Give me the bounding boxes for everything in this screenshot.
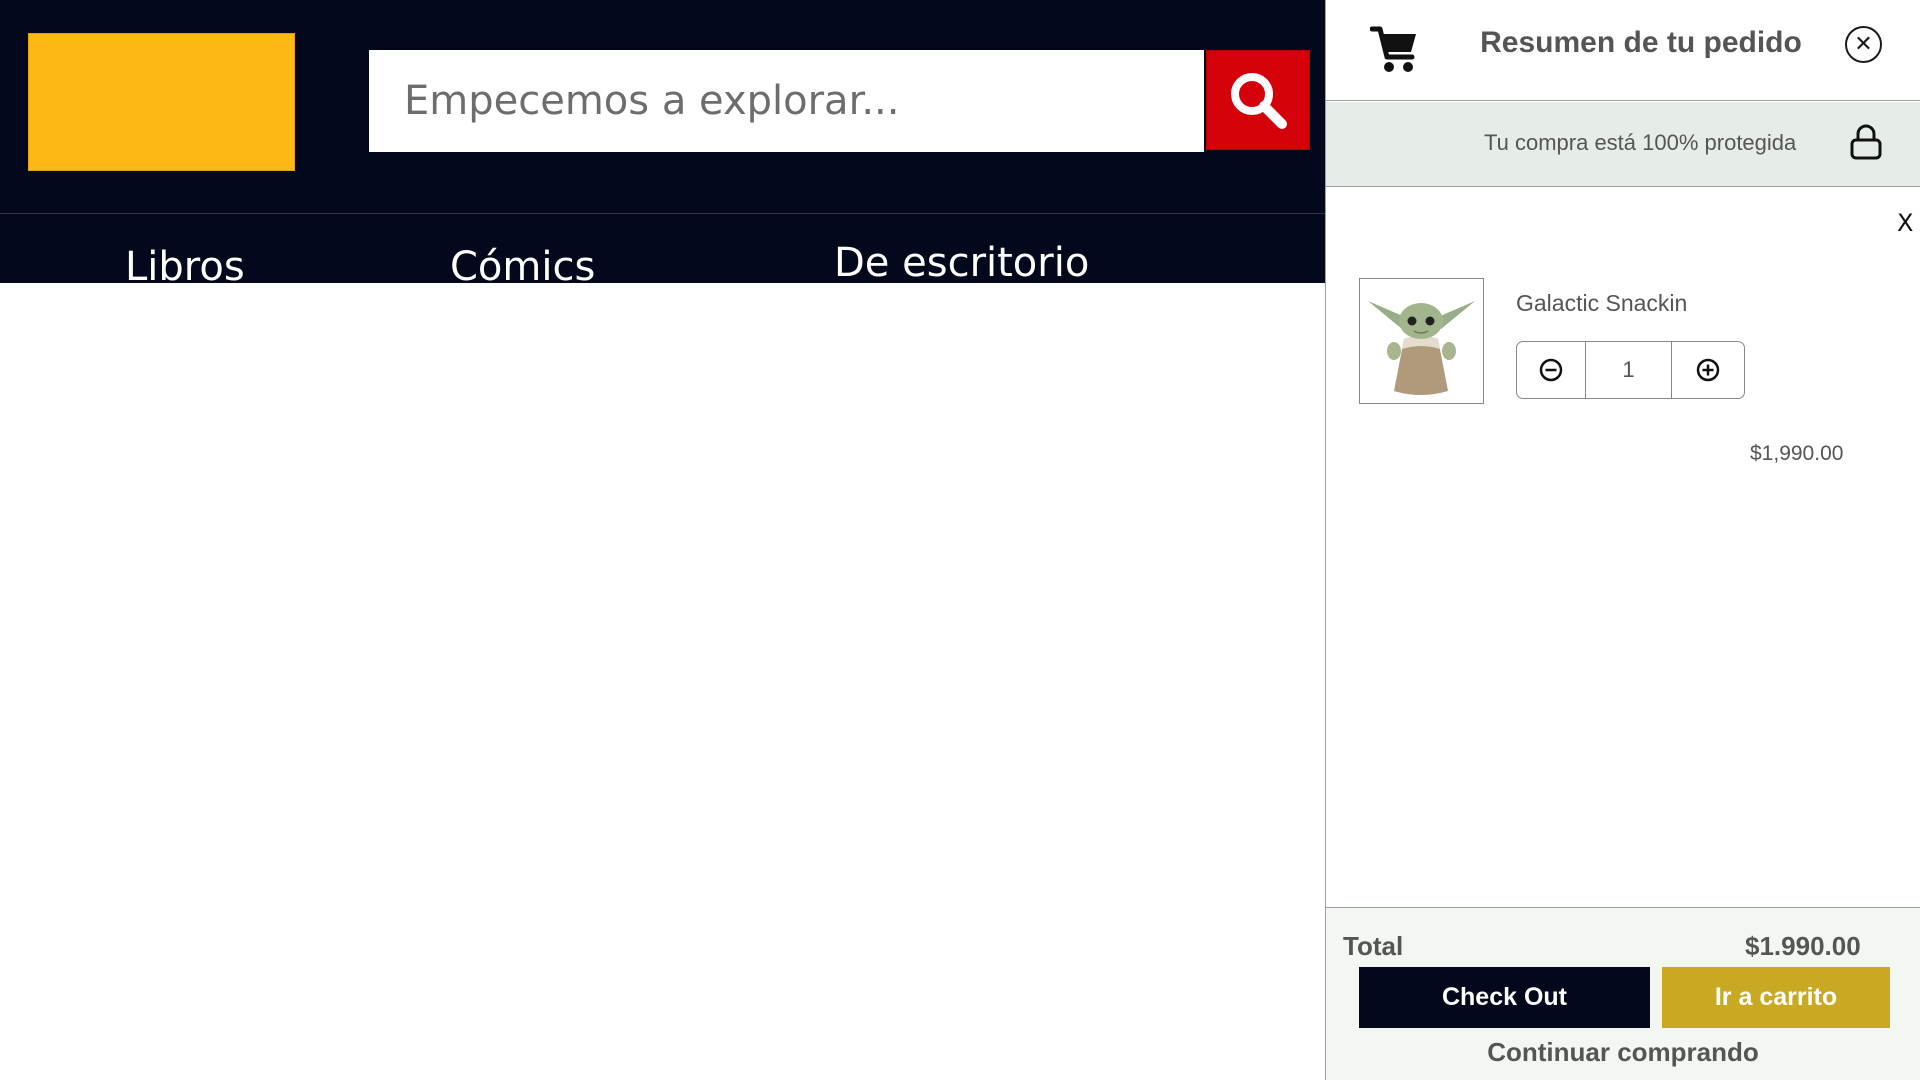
product-name: Galactic Snackin: [1516, 290, 1688, 316]
close-cart-button[interactable]: ✕: [1845, 26, 1882, 63]
cart-footer: Total $1.990.00 Check Out Ir a carrito C…: [1326, 907, 1920, 1080]
minus-circle-icon: [1539, 358, 1563, 382]
plus-circle-icon: [1696, 358, 1720, 382]
protection-text: Tu compra está 100% protegida: [1484, 130, 1797, 155]
item-price: $1,990.00: [1750, 442, 1844, 465]
remove-item-button[interactable]: X: [1897, 211, 1913, 235]
protection-banner: Tu compra está 100% protegida: [1326, 102, 1920, 187]
increase-quantity-button[interactable]: [1671, 342, 1744, 398]
shopping-cart-icon: [1370, 26, 1416, 72]
cart-title: Resumen de tu pedido: [1480, 26, 1802, 59]
nav-item-de-escritorio[interactable]: De escritorio: [834, 240, 1089, 283]
nav-item-libros[interactable]: Libros: [125, 244, 245, 283]
nav-item-comics[interactable]: Cómics: [450, 244, 595, 283]
total-value: $1.990.00: [1745, 931, 1861, 961]
cart-header: Resumen de tu pedido ✕: [1326, 0, 1920, 101]
quantity-input[interactable]: [1586, 342, 1671, 398]
go-to-cart-button[interactable]: Ir a carrito: [1662, 967, 1890, 1028]
product-image: [1359, 278, 1484, 404]
cart-summary-panel: Resumen de tu pedido ✕ Tu compra está 10…: [1325, 0, 1920, 1080]
search-icon: [1231, 73, 1287, 129]
site-logo[interactable]: [28, 33, 295, 171]
lock-icon: [1850, 124, 1882, 160]
quantity-stepper: [1516, 341, 1745, 399]
search-button[interactable]: [1206, 50, 1310, 150]
main-nav: Libros Cómics De escritorio: [0, 214, 1326, 283]
search-input[interactable]: [369, 50, 1204, 152]
close-icon: ✕: [1854, 31, 1873, 57]
checkout-button[interactable]: Check Out: [1359, 967, 1650, 1028]
decrease-quantity-button[interactable]: [1517, 342, 1586, 398]
total-label: Total: [1343, 931, 1404, 961]
continue-shopping-link[interactable]: Continuar comprando: [1326, 1037, 1920, 1068]
site-header: Libros Cómics De escritorio: [0, 0, 1326, 283]
